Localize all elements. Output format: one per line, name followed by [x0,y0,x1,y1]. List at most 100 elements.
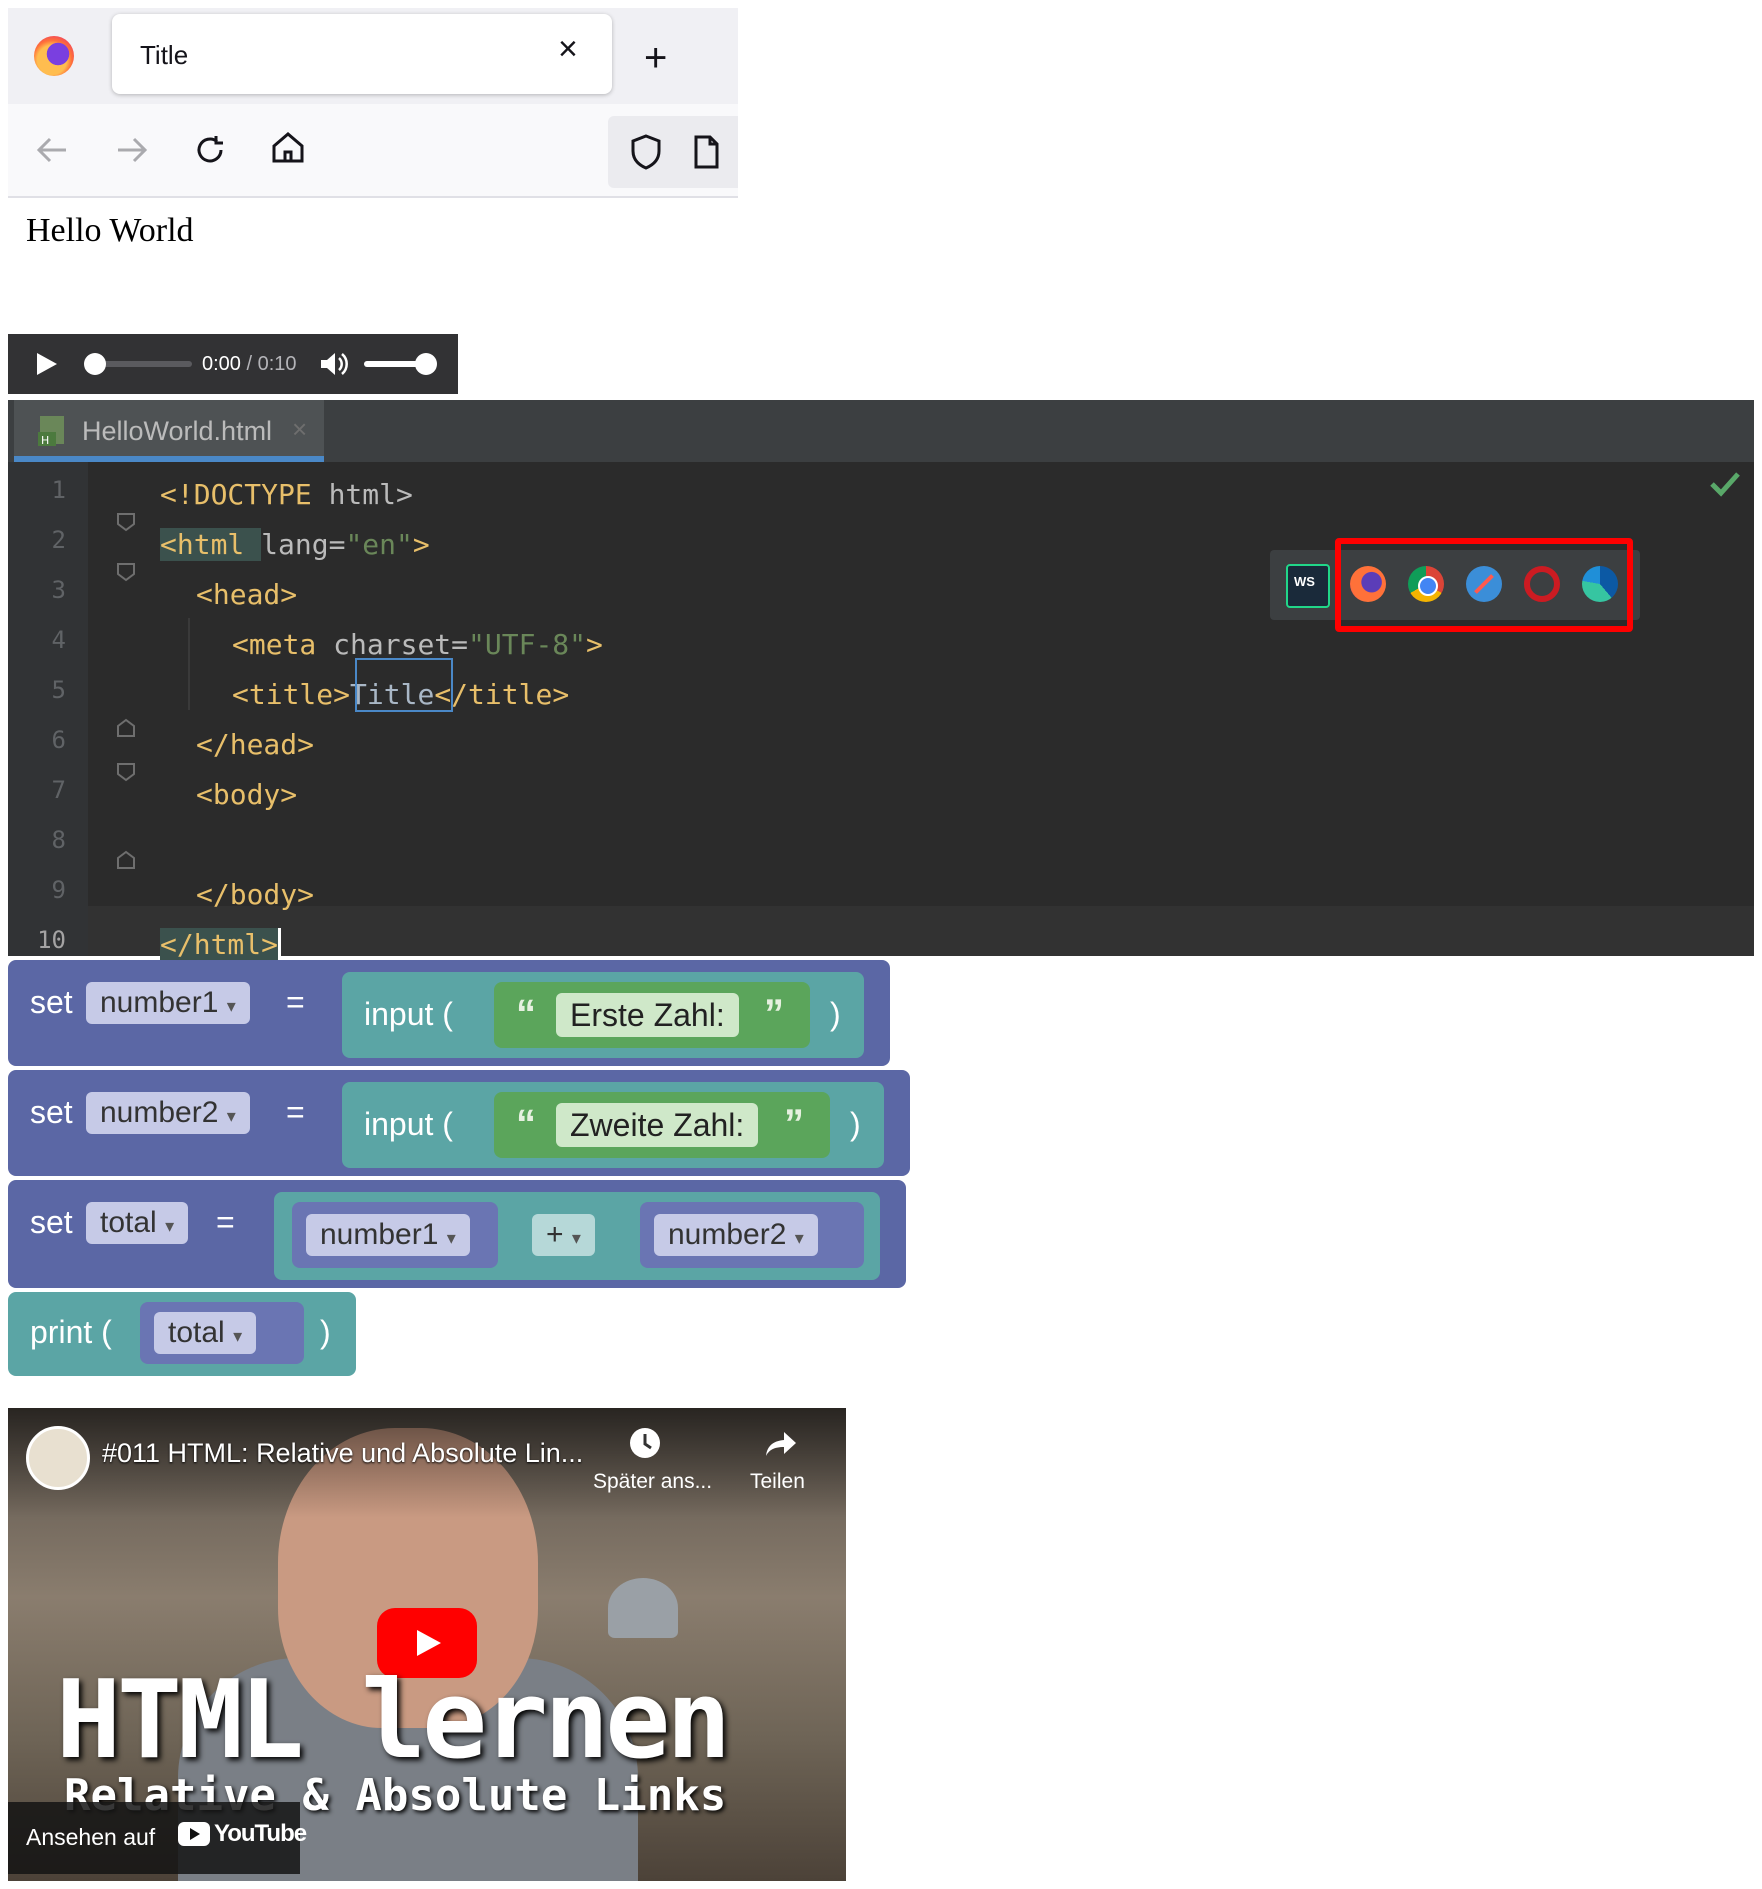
browser-tab[interactable]: Title × [112,14,612,94]
line-number: 7 [51,776,66,804]
line-number: 8 [51,826,66,854]
duration: / 0:10 [246,353,297,375]
variable-dropdown-number1[interactable]: number1 ▾ [86,982,250,1024]
variable-block-number1[interactable]: number1 ▾ [292,1202,498,1268]
string-value[interactable]: Erste Zahl: [556,993,739,1037]
code-line-3[interactable]: <head> [196,578,297,611]
line-number: 4 [51,626,66,654]
set-number1-block[interactable]: set number1 ▾ = input ( “ Erste Zahl: ” … [8,960,890,1066]
variable-dropdown-total[interactable]: total ▾ [86,1202,189,1244]
webstorm-icon[interactable]: WS [1286,564,1330,608]
line-number: 5 [51,676,66,704]
close-paren: ) [850,1106,861,1142]
print-function-label: print ( [30,1314,112,1350]
blockly-workspace: set number1 ▾ = input ( “ Erste Zahl: ” … [8,960,910,1400]
watch-on-youtube-button[interactable]: Ansehen auf YouTube [8,1802,307,1874]
string-block[interactable]: “ Zweite Zahl: ” [494,1092,830,1158]
channel-avatar[interactable] [26,1426,90,1490]
code-line-1[interactable]: <!DOCTYPE html> [160,478,413,511]
volume-slider-thumb[interactable] [415,353,437,375]
set-keyword: set [30,1204,73,1240]
watch-on-label: Ansehen auf [26,1824,156,1850]
text-selection-box [355,658,453,712]
video-title[interactable]: #011 HTML: Relative und Absolute Lin... [102,1438,583,1469]
volume-icon[interactable] [318,350,348,378]
arithmetic-block[interactable]: number1 ▾ + ▾ number2 ▾ [274,1192,880,1280]
close-paren: ) [830,996,841,1032]
variable-block-total[interactable]: total ▾ [140,1302,304,1364]
set-number2-block[interactable]: set number2 ▾ = input ( “ Zweite Zahl: ”… [8,1070,910,1176]
play-icon[interactable] [32,350,60,378]
page-body-text: Hello World [26,212,194,249]
audio-progress-track[interactable] [84,353,192,375]
code-line-6[interactable]: </head> [196,728,314,761]
video-thumbnail-lamp [608,1578,678,1638]
forward-arrow-icon[interactable] [110,128,154,172]
line-number: 9 [51,876,66,904]
string-value[interactable]: Zweite Zahl: [556,1103,759,1147]
input-block[interactable]: input ( “ Zweite Zahl: ” ) [342,1082,884,1168]
audio-time-display: 0:00 / 0:10 [202,353,297,376]
set-total-block[interactable]: set total ▾ = number1 ▾ + ▾ number2 ▾ [8,1180,906,1288]
input-function-label: input ( [364,996,453,1032]
html-file-icon: H [38,416,64,447]
close-quote: ” [764,992,784,1036]
close-quote: ” [784,1102,804,1146]
watch-later-label[interactable]: Später ans... [593,1470,712,1494]
editor-tab-label: HelloWorld.html [82,416,273,446]
tab-bar: Title × + [8,8,738,104]
tracking-protection-shield-icon[interactable] [624,130,668,174]
page-document-icon[interactable] [684,130,728,174]
svg-text:H: H [41,434,49,447]
variable-dropdown-number1[interactable]: number1 ▾ [306,1214,470,1256]
firefox-logo-icon[interactable] [34,36,74,76]
code-line-2[interactable]: <html lang="en"> [160,528,430,561]
back-arrow-icon[interactable] [30,128,74,172]
variable-dropdown-number2[interactable]: number2 ▾ [86,1092,250,1134]
thumbnail-headline: HTML lernen [56,1658,731,1783]
line-number: 2 [51,526,66,554]
share-label[interactable]: Teilen [750,1470,805,1494]
code-line-4[interactable]: <meta charset="UTF-8"> [232,628,603,661]
line-number: 6 [51,726,66,754]
fold-markers[interactable] [114,510,138,870]
variable-block-number2[interactable]: number2 ▾ [640,1202,864,1268]
line-number: 10 [37,926,66,954]
new-tab-button[interactable]: + [644,38,667,78]
clock-icon[interactable] [628,1426,662,1460]
print-block[interactable]: print ( total ▾ ) [8,1292,356,1376]
input-function-label: input ( [364,1106,453,1142]
check-icon [1710,472,1740,497]
home-icon[interactable] [266,126,310,170]
youtube-embed[interactable]: #011 HTML: Relative und Absolute Lin... … [8,1408,846,1881]
set-keyword: set [30,1094,73,1130]
equals-sign: = [286,1094,305,1130]
string-block[interactable]: “ Erste Zahl: ” [494,982,810,1048]
line-number: 3 [51,576,66,604]
operator-dropdown[interactable]: + ▾ [532,1214,595,1256]
input-block[interactable]: input ( “ Erste Zahl: ” ) [342,972,864,1058]
youtube-logo-icon [178,1822,210,1846]
navigation-toolbar [8,104,738,198]
audio-seek-thumb[interactable] [84,353,106,375]
editor-tab-helloworld[interactable]: H HelloWorld.html × [14,400,324,462]
variable-dropdown-total[interactable]: total ▾ [154,1312,257,1354]
close-tab-icon[interactable]: × [292,414,307,445]
close-tab-icon[interactable]: × [558,32,578,66]
code-line-7[interactable]: <body> [196,778,297,811]
code-editor: H HelloWorld.html × 1 2 3 4 5 6 7 8 9 10… [8,400,1754,964]
audio-player: 0:00 / 0:10 [8,334,458,394]
code-line-9[interactable]: </body> [196,878,314,911]
reload-icon[interactable] [188,128,232,172]
code-line-10[interactable]: </html> [160,928,282,964]
browser-icons-highlight-box [1335,538,1633,632]
share-arrow-icon[interactable] [764,1428,798,1458]
line-number: 1 [51,476,66,504]
editor-tab-bar: H HelloWorld.html × [8,400,1754,462]
variable-dropdown-number2[interactable]: number2 ▾ [654,1214,818,1256]
tab-title: Title [140,40,189,70]
equals-sign: = [216,1204,235,1240]
volume-slider-track[interactable] [364,353,437,375]
set-keyword: set [30,984,73,1020]
play-icon [417,1630,441,1656]
